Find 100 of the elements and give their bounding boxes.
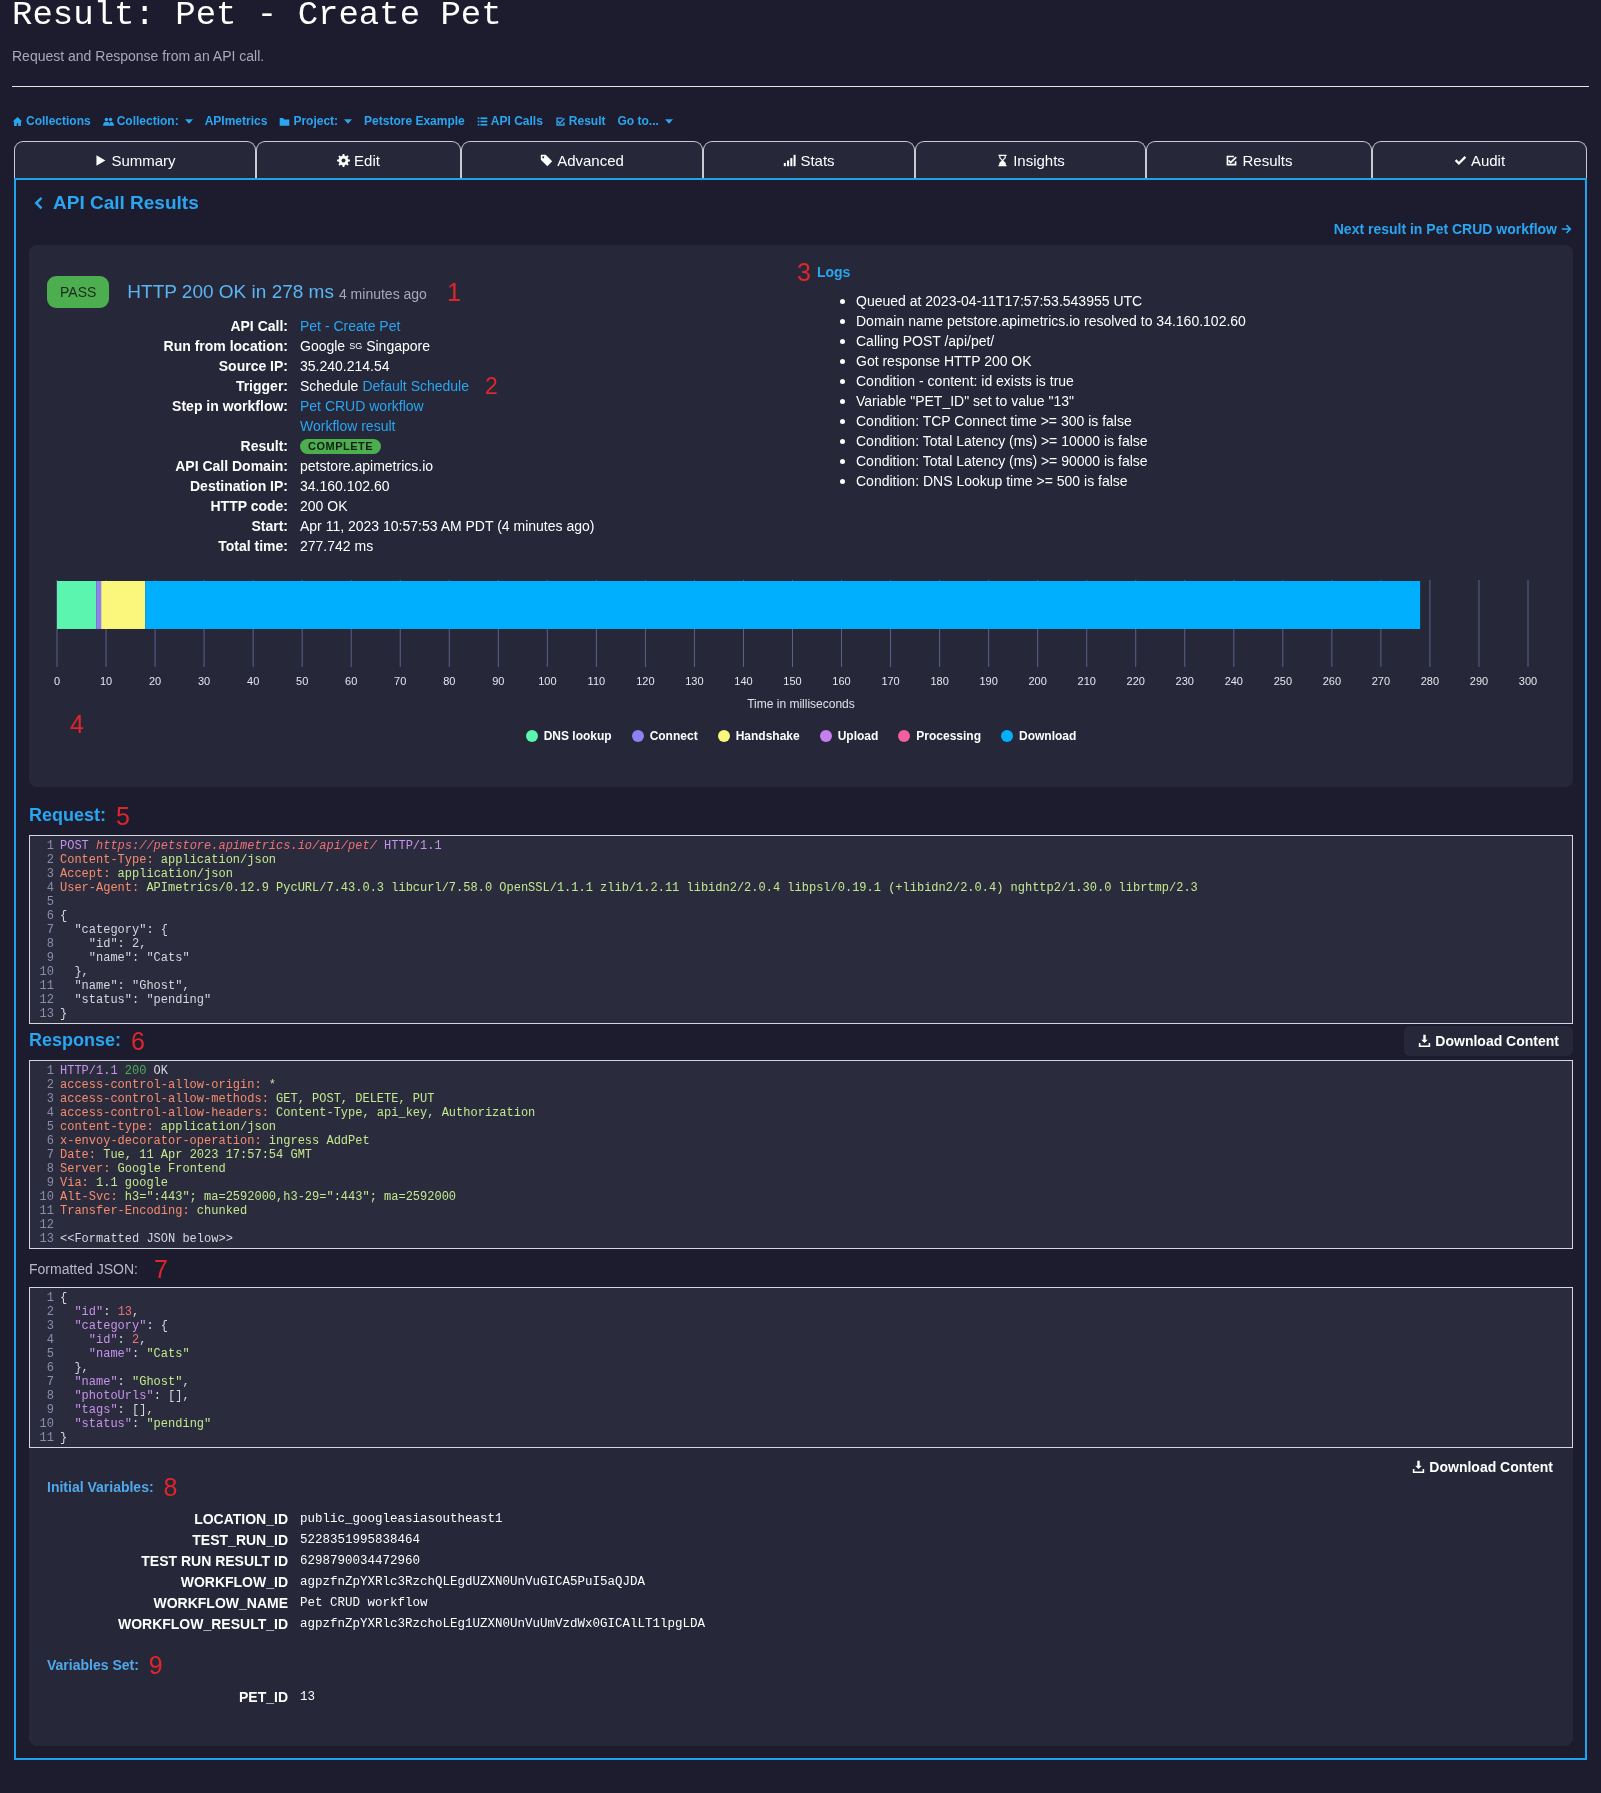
line-number: 3 <box>45 1318 55 1333</box>
log-entry: Got response HTTP 200 OK <box>856 353 1032 369</box>
line-number: 8 <box>45 1388 55 1403</box>
tick-label: 70 <box>394 674 407 687</box>
country-code: SG <box>349 341 363 351</box>
field-label: Step in workflow: <box>171 397 288 416</box>
bullet <box>840 418 845 424</box>
tick-label: 150 <box>783 674 802 687</box>
tab[interactable]: Insights <box>915 141 1146 178</box>
home-icon <box>12 115 23 127</box>
field-label: Result: <box>239 437 288 456</box>
code-line: Date: Tue, 11 Apr 2023 17:57:54 GMT <box>60 1147 313 1162</box>
tick-label: 210 <box>1077 674 1096 687</box>
tick-label: 240 <box>1224 674 1243 687</box>
code-line: Server: Google Frontend <box>60 1161 226 1176</box>
line-number: 13 <box>38 1006 55 1021</box>
bullet <box>840 438 845 444</box>
line-number: 12 <box>38 1217 55 1232</box>
field-label: Destination IP: <box>189 477 288 496</box>
bullet <box>840 298 845 304</box>
hourglass-icon <box>996 153 1010 167</box>
tick-label: 20 <box>148 674 162 687</box>
line-number: 6 <box>45 1360 55 1375</box>
bullet <box>840 378 845 384</box>
field-label: API Call Domain: <box>174 457 288 476</box>
variable-value: Pet CRUD workflow <box>300 1594 429 1612</box>
code-line: } <box>60 1430 68 1445</box>
code-line: }, <box>73 1360 89 1375</box>
tick-label: 260 <box>1322 674 1342 687</box>
tab[interactable]: Results <box>1146 141 1372 178</box>
annotation-number: 9 <box>148 1651 163 1678</box>
tick-label: 80 <box>443 674 456 687</box>
link[interactable]: Default Schedule <box>362 378 470 394</box>
breadcrumb-link[interactable]: API Calls <box>476 114 543 128</box>
annotation-number: 5 <box>116 802 130 829</box>
tab[interactable]: Audit <box>1372 141 1587 178</box>
play-icon <box>94 153 108 167</box>
line-number: 6 <box>45 908 55 923</box>
tick-label: 280 <box>1420 674 1440 687</box>
bullet <box>840 358 845 364</box>
tab[interactable]: Edit <box>256 141 461 178</box>
code-line: "name": "Cats" <box>87 1346 190 1361</box>
link[interactable]: Pet CRUD workflow <box>300 398 424 414</box>
tick-label: 160 <box>832 674 851 687</box>
tab[interactable]: Advanced <box>461 141 703 178</box>
breadcrumb-link[interactable]: Collections <box>12 114 91 128</box>
variable-name: TEST RUN RESULT ID <box>140 1551 288 1571</box>
line-number: 4 <box>45 880 55 895</box>
code-line: "id": 2, <box>87 936 147 951</box>
breadcrumb-link[interactable]: Petstore Example <box>364 114 465 128</box>
field-label: Source IP: <box>217 357 288 376</box>
line-number: 5 <box>45 894 55 909</box>
log-entry: Condition: DNS Lookup time >= 500 is false <box>856 473 1128 489</box>
link[interactable]: Workflow result <box>300 418 396 434</box>
line-number: 10 <box>38 964 55 979</box>
link[interactable]: Pet - Create Pet <box>300 318 401 334</box>
breadcrumb-link[interactable]: Project: <box>279 114 353 128</box>
variable-name: LOCATION_ID <box>193 1509 288 1529</box>
code-line: "name": "Cats" <box>87 950 190 965</box>
next-result-link[interactable]: Next result in Pet CRUD workflow <box>1333 221 1573 237</box>
checkbox-icon <box>1225 153 1239 167</box>
tick-label: 140 <box>734 674 753 687</box>
field-label: Trigger: <box>234 377 288 396</box>
line-number: 1 <box>45 1290 55 1305</box>
tick-label: 270 <box>1371 674 1391 687</box>
variable-name: WORKFLOW_RESULT_ID <box>116 1614 288 1634</box>
log-entry: Calling POST /api/pet/ <box>856 333 995 349</box>
field-label: Start: <box>250 517 288 536</box>
field-value: Singapore <box>366 338 430 354</box>
line-number: 4 <box>45 1332 55 1347</box>
breadcrumb-link[interactable]: Collection: <box>102 114 193 128</box>
tab[interactable]: Stats <box>703 141 915 178</box>
breadcrumb-link[interactable]: Go to... <box>617 114 673 128</box>
tick-label: 100 <box>538 674 557 687</box>
code-line: Via: 1.1 google <box>60 1175 169 1190</box>
download-button[interactable]: Download Content <box>1404 1025 1573 1056</box>
legend-label: Upload <box>837 728 879 743</box>
bar-chart-icon <box>783 153 797 167</box>
tick-label: 60 <box>345 674 358 687</box>
tab[interactable]: Summary <box>14 141 256 178</box>
back-link[interactable]: API Call Results <box>31 192 199 214</box>
code-line: POST https://petstore.apimetrics.io/api/pet/ HTTP/1.1 <box>60 838 442 853</box>
line-number: 3 <box>45 1091 55 1106</box>
code-line: access-control-allow-origin: * <box>60 1077 277 1092</box>
annotation-number: 3 <box>797 259 811 285</box>
settings-icon <box>337 153 351 167</box>
line-number: 7 <box>45 1374 55 1389</box>
variable-value: agpzfnZpYXRlc3RzchoLEg1UZXN0UnVuUmVzdWx0GICAlLT1lpgLDA <box>300 1615 707 1633</box>
logs-link[interactable]: Logs <box>816 264 851 280</box>
line-number: 9 <box>45 950 55 965</box>
breadcrumb-link[interactable]: APImetrics <box>204 114 268 128</box>
annotation-number: 7 <box>153 1255 168 1282</box>
line-number: 2 <box>45 1304 55 1319</box>
tick-label: 230 <box>1175 674 1194 687</box>
breadcrumb-link[interactable]: Result <box>554 114 606 128</box>
code-line: { <box>60 1290 68 1305</box>
code-line: User-Agent: APImetrics/0.12.9 PycURL/7.43.0.3 libcurl/7.58.0 OpenSSL/1.1.1 zlib/1.2.11 libidn2/2.0.4 libpsl/0.19.1 (+libidn2/2.0.4) nghttp2/1.30.0 librtmp/2.3 <box>60 880 1198 895</box>
line-number: 4 <box>45 1105 55 1120</box>
code-line: "photoUrls": [], <box>73 1388 190 1403</box>
bullet <box>840 398 845 404</box>
